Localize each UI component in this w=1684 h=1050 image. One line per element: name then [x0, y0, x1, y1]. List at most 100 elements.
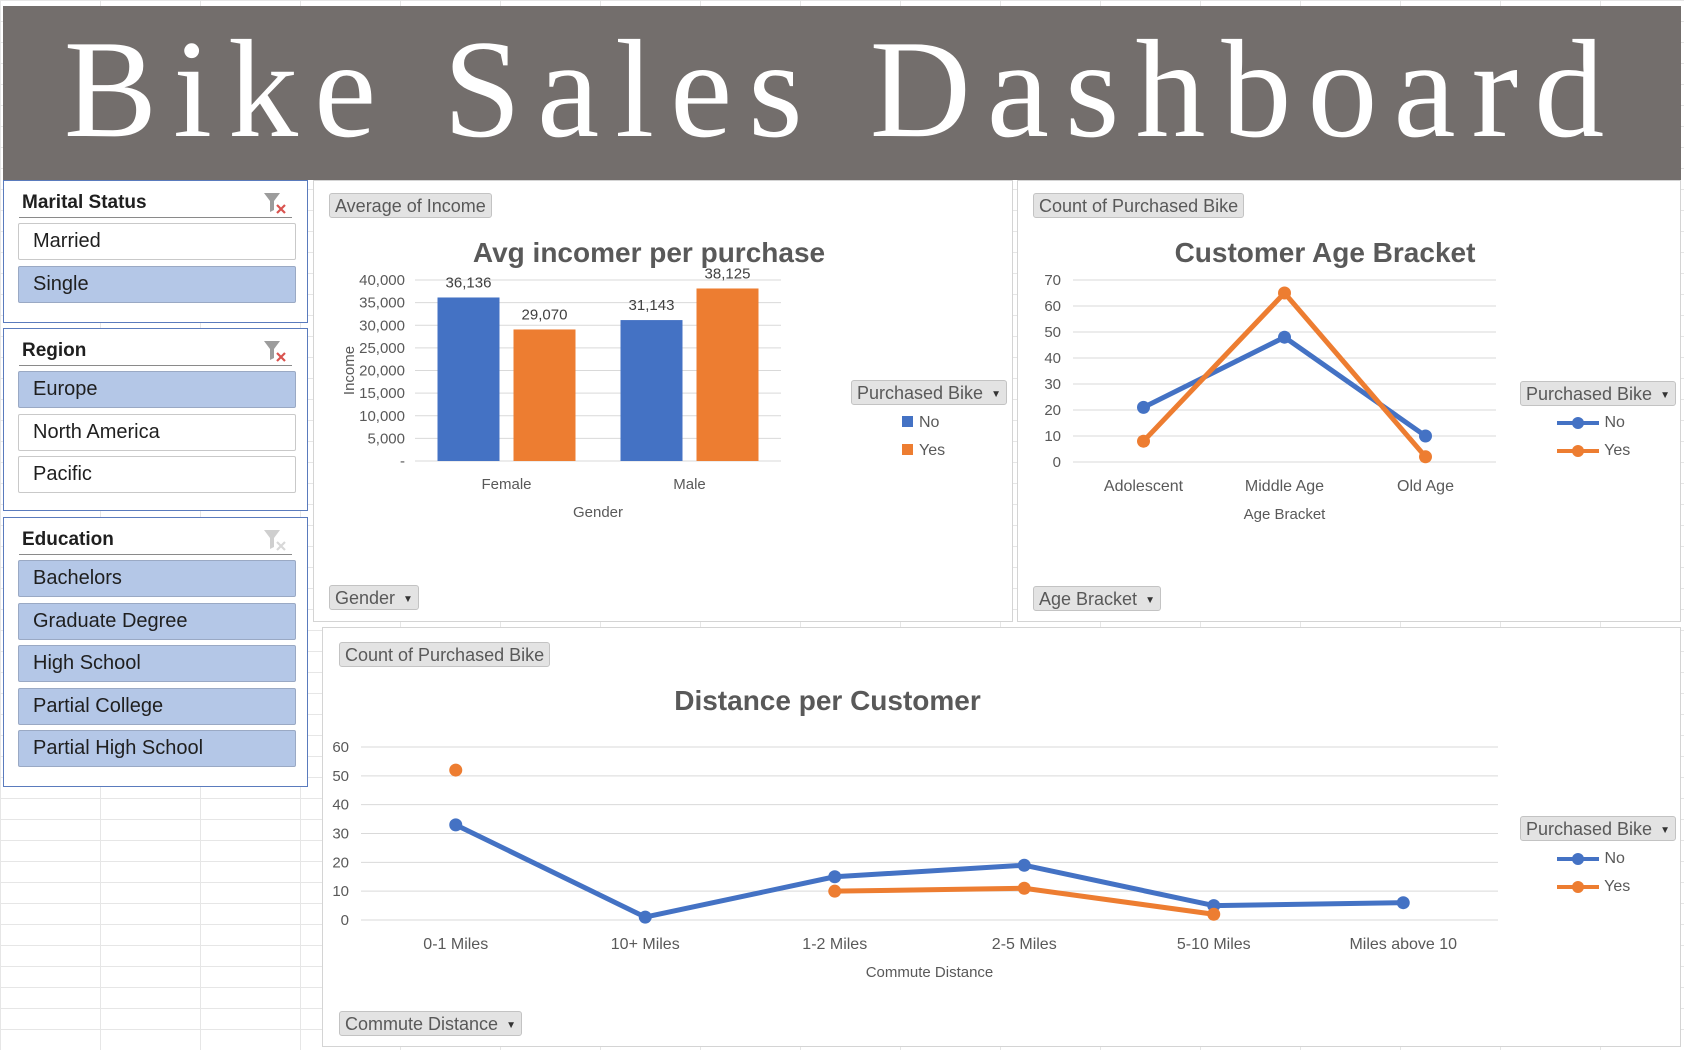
data-point-no	[828, 870, 842, 884]
axis-field-button[interactable]: Commute Distance ▼	[339, 1011, 522, 1036]
slicer-header: Education	[19, 526, 292, 555]
chart-panel-age: Count of Purchased Bike Customer Age Bra…	[1017, 180, 1681, 622]
legend-item-no: No	[1556, 850, 1625, 868]
legend-item-no: No	[1556, 414, 1625, 432]
y-tick-label: 60	[332, 739, 349, 756]
axis-field-label: Commute Distance	[345, 1014, 499, 1034]
slicer-item-high-school[interactable]: High School	[18, 645, 296, 682]
legend-label-no: No	[919, 414, 940, 431]
y-tick-label: 10	[332, 883, 349, 900]
data-point-yes	[828, 884, 842, 898]
dropdown-arrow-icon: ▼	[1660, 824, 1670, 836]
data-point-no	[1278, 330, 1291, 344]
slicer-title: Education	[22, 529, 114, 550]
x-tick-label: 0-1 Miles	[423, 936, 488, 953]
x-axis-title: Gender	[573, 504, 623, 521]
slicer-item-partial-college[interactable]: Partial College	[18, 688, 296, 725]
y-tick-label: 50	[332, 768, 349, 785]
x-tick-label: 5-10 Miles	[1177, 936, 1251, 953]
chart-panel-distance: Count of Purchased Bike Distance per Cus…	[322, 627, 1681, 1047]
legend-title: Purchased Bike	[857, 383, 984, 403]
x-tick-label: 2-5 Miles	[992, 936, 1057, 953]
x-axis-title: Commute Distance	[866, 964, 994, 981]
data-point-yes	[1207, 907, 1221, 921]
slicer-item-partial-high-school[interactable]: Partial High School	[18, 730, 296, 767]
data-label: 29,070	[522, 306, 568, 323]
data-point-no	[1137, 400, 1150, 414]
y-tick-label: 20	[332, 854, 349, 871]
dropdown-arrow-icon: ▼	[1145, 594, 1155, 606]
data-label: 38,125	[705, 265, 751, 282]
y-tick-label: 30	[332, 826, 349, 843]
data-point-no	[638, 910, 652, 924]
axis-field-button[interactable]: Age Bracket ▼	[1033, 586, 1161, 611]
data-label: 31,143	[629, 297, 675, 314]
slicer-marital-status: Marital Status Married Single	[3, 180, 308, 323]
x-tick-label: Old Age	[1397, 478, 1454, 495]
purchased-bike-filter-button[interactable]: Purchased Bike ▼	[851, 380, 1007, 405]
data-point-yes	[1278, 286, 1291, 300]
clear-filter-icon[interactable]	[262, 339, 288, 368]
series-line-yes	[1141, 290, 1428, 460]
y-tick-label: 30	[1044, 376, 1061, 393]
legend-title: Purchased Bike	[1526, 819, 1653, 839]
clear-filter-icon	[262, 528, 288, 557]
y-tick-label: 10	[1044, 428, 1061, 445]
legend-item-yes: Yes	[1556, 878, 1630, 896]
y-tick-label: 60	[1044, 298, 1061, 315]
legend-label-no: No	[1604, 414, 1625, 431]
legend-line-yes	[1557, 880, 1599, 893]
y-tick-label: 40,000	[359, 272, 405, 289]
legend-label-yes: Yes	[1604, 442, 1631, 459]
slicer-item-bachelors[interactable]: Bachelors	[18, 560, 296, 597]
purchased-bike-filter-button[interactable]: Purchased Bike ▼	[1520, 816, 1676, 841]
slicer-item-single[interactable]: Single	[18, 266, 296, 303]
y-tick-label: -	[400, 453, 405, 470]
y-tick-label: 0	[341, 912, 349, 929]
legend-item-yes: Yes	[1556, 442, 1630, 460]
data-point-no	[1017, 858, 1031, 872]
x-tick-label: 10+ Miles	[611, 936, 680, 953]
legend-label-yes: Yes	[1604, 878, 1631, 895]
slicer-header: Marital Status	[19, 189, 292, 218]
data-label: 36,136	[446, 274, 492, 291]
y-tick-label: 15,000	[359, 385, 405, 402]
x-tick-label: Male	[673, 476, 706, 493]
x-tick-label: Female	[481, 476, 531, 493]
bar-no	[437, 297, 500, 461]
slicer-item-pacific[interactable]: Pacific	[18, 456, 296, 493]
axis-field-button[interactable]: Gender ▼	[329, 585, 419, 610]
x-tick-label: Adolescent	[1104, 478, 1184, 495]
data-point-no	[1419, 429, 1432, 443]
legend-title: Purchased Bike	[1526, 384, 1653, 404]
dropdown-arrow-icon: ▼	[403, 593, 413, 605]
y-tick-label: 10,000	[359, 408, 405, 425]
data-point-yes	[1017, 881, 1031, 895]
y-tick-label: 70	[1044, 272, 1061, 289]
slicer-education: Education Bachelors Graduate Degree High…	[3, 517, 308, 787]
dashboard-banner: Bike Sales Dashboard	[3, 6, 1681, 180]
slicer-title: Marital Status	[22, 192, 147, 213]
distance-line-chart: 0 10 20 30 40 50 60 0-1 Miles 10+ Miles 1-2 Miles…	[332, 739, 1498, 981]
slicer-title: Region	[22, 340, 87, 361]
y-tick-label: 5,000	[367, 430, 405, 447]
purchased-bike-filter-button[interactable]: Purchased Bike ▼	[1520, 381, 1676, 406]
bar-yes	[696, 288, 759, 461]
clear-filter-icon[interactable]	[262, 191, 288, 220]
y-axis-title: Income	[341, 346, 358, 395]
bar-no	[620, 320, 683, 461]
x-axis-title: Age Bracket	[1244, 506, 1327, 523]
slicer-header: Region	[19, 337, 292, 366]
dropdown-arrow-icon: ▼	[991, 388, 1001, 400]
slicer-item-north-america[interactable]: North America	[18, 414, 296, 451]
slicer-item-europe[interactable]: Europe	[18, 371, 296, 408]
y-tick-label: 30,000	[359, 317, 405, 334]
slicer-item-married[interactable]: Married	[18, 223, 296, 260]
legend-line-no	[1557, 416, 1599, 429]
axis-field-label: Gender	[335, 588, 396, 608]
dropdown-arrow-icon: ▼	[1660, 389, 1670, 401]
slicer-item-graduate-degree[interactable]: Graduate Degree	[18, 603, 296, 640]
legend-swatch-yes	[902, 444, 913, 455]
legend-label-yes: Yes	[919, 442, 946, 459]
slicer-region: Region Europe North America Pacific	[3, 328, 308, 511]
